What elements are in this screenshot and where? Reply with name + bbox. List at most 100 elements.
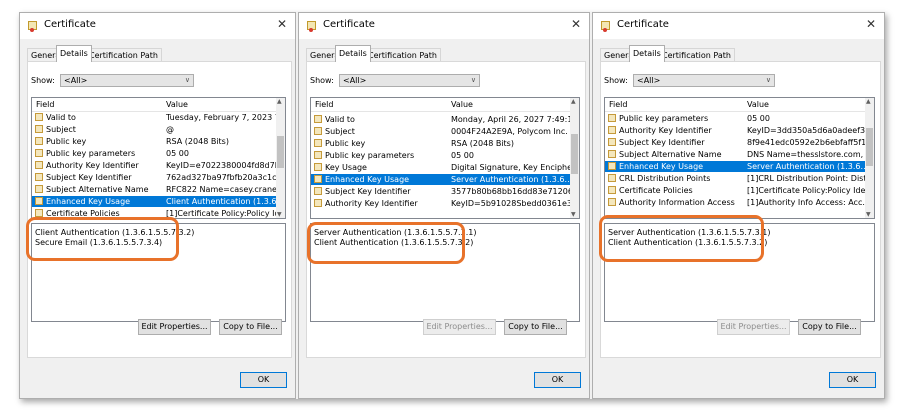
- row-value: [1]Certificate Policy:Policy Ide...: [747, 186, 874, 195]
- tab-details[interactable]: Details: [56, 45, 92, 62]
- list-row[interactable]: Key Usage Digital Signature, Key Encipher…: [311, 162, 579, 173]
- list-row[interactable]: Authority Information Access [1]Authority…: [605, 197, 870, 208]
- scroll-down-icon[interactable]: ▼: [277, 211, 282, 218]
- row-value: @: [166, 125, 174, 134]
- ok-button[interactable]: OK: [829, 372, 876, 388]
- tab-certification-path[interactable]: Certification Path: [658, 48, 735, 62]
- list-scrollbar[interactable]: ▲ ▼: [570, 98, 579, 218]
- show-dropdown[interactable]: <All> ∨: [633, 74, 775, 87]
- copy-to-file-button[interactable]: Copy to File...: [504, 319, 567, 335]
- edit-properties-button[interactable]: Edit Properties...: [138, 319, 211, 335]
- list-scrollbar[interactable]: ▲ ▼: [276, 98, 285, 218]
- field-list[interactable]: Field Value Valid to Tuesday, February 7, 2…: [31, 97, 286, 219]
- row-field: Public key parameters: [325, 151, 415, 160]
- list-row[interactable]: Subject 0004F24A2E9A, Polycom Inc.: [311, 126, 570, 137]
- dialog-title: Certificate: [44, 19, 96, 30]
- field-icon: [35, 125, 43, 133]
- scroll-down-icon[interactable]: ▼: [571, 211, 576, 218]
- list-row[interactable]: Authority Key Identifier KeyID=e702238000…: [32, 160, 285, 171]
- row-field: Enhanced Key Usage: [325, 175, 410, 184]
- list-row[interactable]: Subject @: [32, 124, 276, 135]
- list-row[interactable]: Authority Key Identifier KeyID=3dd350a5d6…: [605, 125, 873, 136]
- list-row[interactable]: Public key parameters 05 00: [605, 113, 865, 124]
- field-icon: [608, 138, 616, 146]
- scroll-up-icon[interactable]: ▲: [277, 98, 282, 105]
- certificate-icon: [307, 21, 316, 32]
- field-icon: [35, 149, 43, 157]
- scroll-up-icon[interactable]: ▲: [571, 98, 576, 105]
- row-value: Client Authentication (1.3.6.1.5...: [166, 197, 285, 206]
- list-row[interactable]: Subject Key Identifier 8f9e41edc0592e2b6e…: [605, 137, 874, 148]
- copy-to-file-button[interactable]: Copy to File...: [798, 319, 861, 335]
- close-icon[interactable]: ✕: [866, 17, 876, 31]
- list-row[interactable]: Public key parameters 05 00: [32, 148, 276, 159]
- column-header-field[interactable]: Field: [315, 100, 333, 109]
- list-row[interactable]: Authority Key Identifier KeyID=5b91028Sbe…: [311, 198, 579, 209]
- close-icon[interactable]: ✕: [277, 17, 287, 31]
- tab-details[interactable]: Details: [335, 45, 371, 62]
- list-row[interactable]: Public key RSA (2048 Bits): [32, 136, 276, 147]
- row-field: Subject: [46, 125, 76, 134]
- row-value: 762ad327ba97fbfb20a3c1c3b3...: [166, 173, 285, 182]
- chevron-down-icon: ∨: [470, 76, 476, 84]
- field-icon: [35, 209, 43, 217]
- list-header: Field Value: [32, 98, 276, 112]
- list-row[interactable]: Enhanced Key Usage Client Authentication …: [32, 196, 285, 207]
- highlight-ring: [599, 215, 764, 262]
- row-value: 8f9e41edc0592e2b6ebfaff5f1...: [747, 138, 874, 147]
- field-icon: [314, 115, 322, 123]
- ok-button[interactable]: OK: [240, 372, 287, 388]
- scrollbar-thumb[interactable]: [866, 128, 873, 166]
- list-row[interactable]: Subject Key Identifier 3577b80b68bb16dd83…: [311, 186, 579, 197]
- row-value: Server Authentication (1.3.6....: [747, 162, 871, 171]
- show-dropdown[interactable]: <All> ∨: [60, 74, 194, 87]
- scrollbar-thumb[interactable]: [277, 136, 284, 168]
- tab-details[interactable]: Details: [629, 45, 665, 62]
- tab-certification-path[interactable]: Certification Path: [364, 48, 441, 62]
- column-header-field[interactable]: Field: [36, 100, 54, 109]
- list-row[interactable]: Enhanced Key Usage Server Authentication …: [605, 161, 871, 172]
- column-header-value[interactable]: Value: [451, 100, 473, 109]
- scroll-down-icon[interactable]: ▼: [866, 211, 871, 218]
- show-dropdown[interactable]: <All> ∨: [339, 74, 480, 87]
- field-icon: [608, 126, 616, 134]
- dialog-title: Certificate: [323, 19, 375, 30]
- column-header-field[interactable]: Field: [609, 100, 627, 109]
- row-value: Tuesday, February 7, 2023 7:5...: [166, 113, 286, 122]
- dialog-title: Certificate: [617, 19, 669, 30]
- row-field: Subject Alternative Name: [46, 185, 149, 194]
- show-dropdown-value: <All>: [637, 76, 661, 85]
- screenshot-frame: Certificate ✕ General Details Certification …: [19, 12, 885, 399]
- list-scrollbar[interactable]: ▲ ▼: [865, 98, 874, 218]
- row-field: Subject Key Identifier: [46, 173, 132, 182]
- edit-properties-button[interactable]: Edit Properties...: [423, 319, 496, 335]
- list-row[interactable]: Enhanced Key Usage Server Authentication …: [311, 174, 575, 185]
- list-row[interactable]: Valid to Monday, April 26, 2027 7:49:1...: [311, 114, 579, 125]
- list-row[interactable]: CRL Distribution Points [1]CRL Distributi…: [605, 173, 874, 184]
- row-field: Subject Key Identifier: [325, 187, 411, 196]
- tab-certification-path[interactable]: Certification Path: [85, 48, 162, 62]
- ok-button[interactable]: OK: [534, 372, 581, 388]
- edit-properties-button[interactable]: Edit Properties...: [717, 319, 790, 335]
- row-value: 05 00: [747, 114, 770, 123]
- list-row[interactable]: Certificate Policies [1]Certificate Polic…: [605, 185, 873, 196]
- title-bar: Certificate ✕: [20, 13, 295, 39]
- list-row[interactable]: Subject Key Identifier 762ad327ba97fbfb20…: [32, 172, 285, 183]
- list-row[interactable]: Public key RSA (2048 Bits): [311, 138, 570, 149]
- column-header-value[interactable]: Value: [747, 100, 769, 109]
- field-icon: [35, 197, 43, 205]
- copy-to-file-button[interactable]: Copy to File...: [219, 319, 282, 335]
- list-row[interactable]: Subject Alternative Name RFC822 Name=case…: [32, 184, 285, 195]
- row-field: Certificate Policies: [619, 186, 693, 195]
- scrollbar-thumb[interactable]: [571, 134, 578, 174]
- column-header-value[interactable]: Value: [166, 100, 188, 109]
- row-field: Public key parameters: [46, 149, 136, 158]
- field-list[interactable]: Field Value Valid to Monday, April 26, 2027…: [310, 97, 580, 219]
- scroll-up-icon[interactable]: ▲: [866, 98, 871, 105]
- list-row[interactable]: Subject Alternative Name DNS Name=thessls…: [605, 149, 873, 160]
- highlight-ring: [307, 222, 465, 264]
- close-icon[interactable]: ✕: [571, 17, 581, 31]
- list-row[interactable]: Valid to Tuesday, February 7, 2023 7:5...: [32, 112, 285, 123]
- field-list[interactable]: Field Value Public key parameters 05 00 Auth…: [604, 97, 875, 219]
- list-row[interactable]: Public key parameters 05 00: [311, 150, 570, 161]
